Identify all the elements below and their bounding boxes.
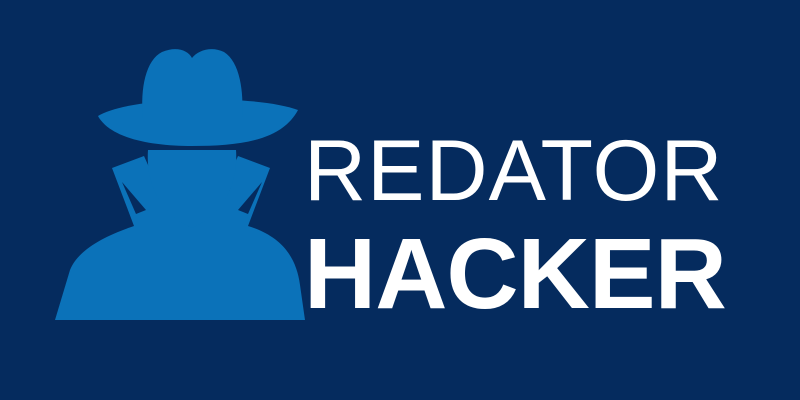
wordmark-hacker: HACKER: [304, 218, 727, 330]
logo-banner: REDATOR HACKER: [0, 0, 800, 400]
hat-crown: [142, 49, 243, 118]
wordmark-redator: REDATOR: [304, 123, 724, 219]
